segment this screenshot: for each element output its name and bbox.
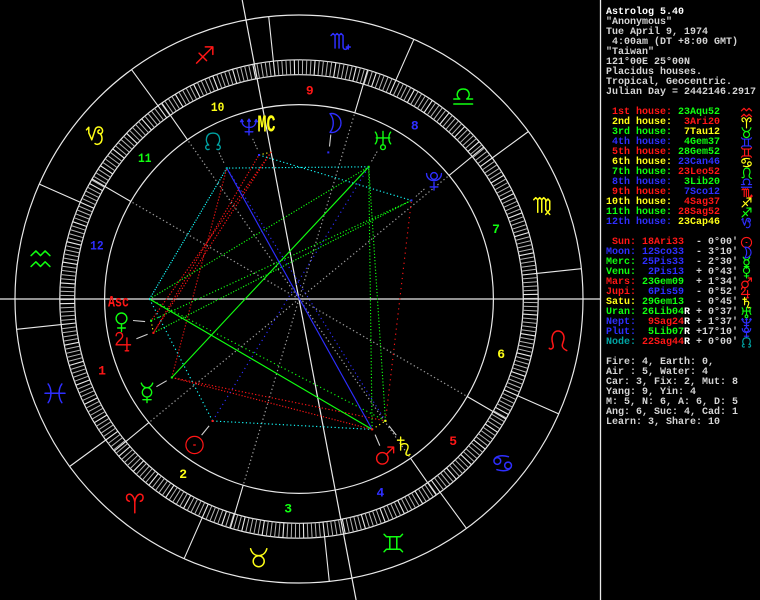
svg-text:Asc: Asc — [108, 294, 129, 312]
svg-text:3: 3 — [284, 502, 292, 517]
svg-text:2: 2 — [179, 467, 187, 482]
svg-text:9: 9 — [306, 84, 314, 99]
svg-text:10: 10 — [211, 100, 225, 115]
svg-text:12: 12 — [90, 238, 104, 253]
svg-text:4: 4 — [376, 485, 384, 500]
svg-text:11: 11 — [138, 151, 152, 166]
svg-text:6: 6 — [497, 347, 505, 362]
svg-text:7: 7 — [492, 222, 500, 237]
svg-text:1: 1 — [98, 363, 106, 378]
svg-text:8: 8 — [411, 118, 419, 133]
svg-text:MC: MC — [258, 113, 276, 140]
svg-text:5: 5 — [449, 434, 457, 449]
